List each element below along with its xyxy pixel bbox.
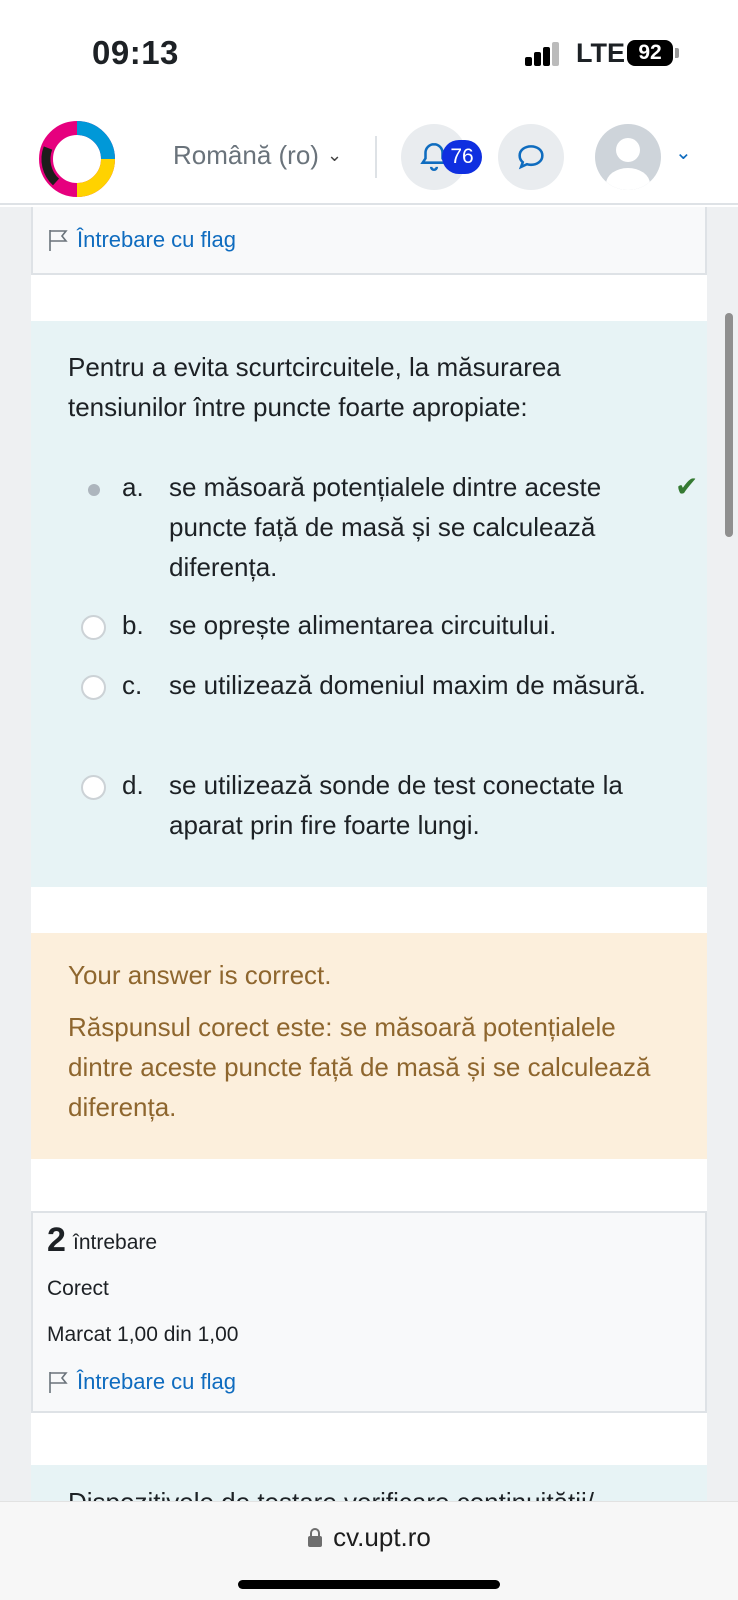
option-letter: a. [122,472,144,502]
site-logo[interactable] [36,118,118,200]
correct-answer-text: Răspunsul corect este: se măsoară potenț… [68,1012,651,1122]
nav-divider [375,136,377,178]
feedback-box: Your answer is correct. Răspunsul corect… [31,933,707,1159]
spacer [31,1413,707,1465]
option-letter: b. [122,610,144,640]
question-info-box-previous: Întrebare cu flag [31,207,707,275]
question-text-box: Pentru a evita scurtcircuitele, la măsur… [31,321,707,887]
question-number: 2 [47,1221,66,1259]
user-menu-chevron-icon[interactable]: ⌄ [675,140,692,165]
answer-option-c[interactable]: c. se utilizează domeniul maxim de măsur… [81,665,681,745]
cellular-signal-icon [525,42,561,66]
notification-count-badge: 76 [442,140,482,174]
top-navbar: Română (ro) ⌄ 76 ⌄ [0,110,738,205]
main-content: Întrebare cu flag Pentru a evita scurtci… [0,207,738,1501]
option-letter: d. [122,770,144,800]
option-text: se oprește alimentarea circuitului. [169,610,557,640]
spacer [31,887,707,933]
flag-question-link[interactable]: Întrebare cu flag [47,227,236,253]
flag-icon [49,230,68,251]
url-domain: cv.upt.ro [333,1522,431,1552]
answer-option-d[interactable]: d. se utilizează sonde de test conectate… [81,765,681,845]
next-question-text: Dispozitivele de testare verificare cont… [68,1487,668,1501]
option-letter: c. [122,670,143,700]
question-word: întrebare [73,1231,158,1254]
answer-option-a[interactable]: a. se măsoară potențialele dintre aceste… [81,467,698,587]
question-mark: Marcat 1,00 din 1,00 [47,1323,239,1346]
flag-icon [49,1372,68,1393]
url-display[interactable]: cv.upt.ro [0,1522,738,1553]
radio-button[interactable] [81,675,106,700]
next-question-box: Dispozitivele de testare verificare cont… [31,1465,707,1501]
scrollbar[interactable] [725,313,733,537]
question-text: Pentru a evita scurtcircuitele, la măsur… [68,352,561,422]
question-info-box: 2 întrebare Corect Marcat 1,00 din 1,00 … [31,1211,707,1413]
spacer [31,1159,707,1211]
network-type: LTE [576,38,625,68]
language-label: Română (ro) [173,140,319,170]
radio-button-selected[interactable] [81,477,106,502]
user-silhouette-icon [606,138,650,190]
radio-button[interactable] [81,615,106,640]
chevron-down-icon: ⌄ [326,145,343,165]
user-avatar[interactable] [595,124,661,190]
option-text: se utilizează domeniul maxim de măsură. [169,670,646,700]
feedback-status: Your answer is correct. [68,960,332,990]
chat-bubble-icon [518,145,544,170]
spacer [31,275,707,321]
battery-tip [675,48,679,58]
messages-button[interactable] [498,124,564,190]
browser-url-bar[interactable]: cv.upt.ro [0,1501,738,1600]
lock-icon [308,1527,323,1547]
flag-question-label: Întrebare cu flag [77,227,236,252]
option-text: se măsoară potențialele dintre aceste pu… [169,472,602,582]
correct-check-icon: ✔ [675,471,699,502]
home-indicator[interactable] [238,1580,500,1589]
flag-question-label: Întrebare cu flag [77,1369,236,1394]
answer-option-b[interactable]: b. se oprește alimentarea circuitului. [81,605,681,645]
language-selector[interactable]: Română (ro) ⌄ [173,140,342,171]
option-text: se utilizează sonde de test conectate la… [169,770,623,840]
radio-button[interactable] [81,775,106,800]
flag-question-link[interactable]: Întrebare cu flag [47,1369,236,1395]
battery-icon: 92 [627,40,673,66]
question-state: Corect [47,1277,109,1300]
status-bar: 09:13 LTE 92 [0,0,738,110]
status-time: 09:13 [92,34,179,71]
